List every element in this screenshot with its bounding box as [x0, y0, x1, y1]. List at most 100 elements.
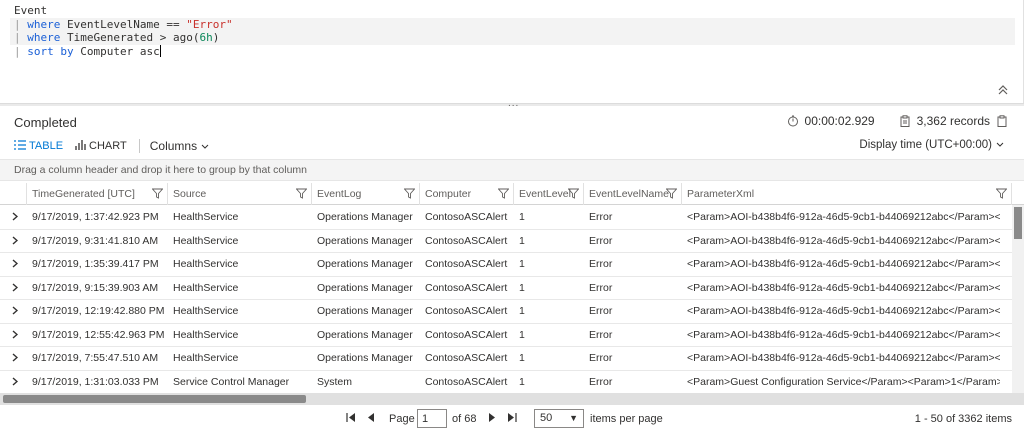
cell-eventlevel: 1 [519, 234, 525, 247]
copy-icon[interactable] [996, 115, 1008, 127]
code-token: TimeGenerated > ago( [60, 31, 200, 44]
column-header-computer[interactable]: Computer [420, 183, 514, 205]
table-row[interactable]: 9/17/2019, 1:37:42.923 PM HealthService Op… [0, 206, 1012, 230]
column-header-label: EventLog [317, 188, 362, 200]
tab-chart[interactable]: CHART [75, 139, 127, 153]
column-header-eventlog[interactable]: EventLog [312, 183, 420, 205]
vertical-scrollbar[interactable] [1012, 205, 1024, 393]
chevron-right-icon[interactable] [12, 324, 19, 348]
filter-icon[interactable] [498, 188, 509, 199]
table-row[interactable]: 9/17/2019, 7:55:47.510 AM HealthService Op… [0, 347, 1012, 371]
column-header-eventlevel[interactable]: EventLevel [514, 183, 584, 205]
cell-eventlevel: 1 [519, 305, 525, 317]
scrollbar-thumb[interactable] [1014, 207, 1022, 239]
chevron-right-icon[interactable] [12, 347, 19, 371]
filter-icon[interactable] [152, 188, 163, 199]
table-row[interactable]: 9/17/2019, 12:55:42.963 PM HealthService O… [0, 324, 1012, 348]
double-chevron-up-icon[interactable] [998, 84, 1008, 98]
results-toolbar: TABLE CHART Columns [14, 138, 209, 154]
table-row[interactable]: 9/17/2019, 9:15:39.903 AM HealthService Op… [0, 277, 1012, 301]
table-row[interactable]: 9/17/2019, 1:35:39.417 PM HealthService Op… [0, 253, 1012, 277]
previous-page-icon[interactable] [367, 413, 375, 425]
cell-eventlog: Operations Manager [317, 328, 413, 341]
cell-parameterxml: <Param>Guest Configuration Service</Para… [687, 375, 1000, 388]
page-number-input[interactable] [417, 409, 447, 428]
column-header-eventlevelname[interactable]: EventLevelName [584, 183, 682, 205]
column-header-parameterxml[interactable]: ParameterXml [682, 183, 1012, 205]
cell-timegenerated: 9/17/2019, 1:37:42.923 PM [32, 211, 159, 223]
stopwatch-icon [787, 115, 799, 127]
record-count: 3,362 records [916, 114, 990, 128]
cell-source: HealthService [173, 258, 239, 270]
cell-eventlevelname: Error [589, 352, 613, 364]
chevron-down-icon [996, 139, 1004, 151]
filter-icon[interactable] [666, 188, 677, 199]
display-time-dropdown[interactable]: Display time (UTC+00:00) [859, 139, 1004, 151]
query-editor[interactable]: Event | where EventLevelName == "Error" … [0, 0, 1024, 103]
splitter-handle[interactable]: ... [508, 98, 519, 109]
cell-eventlog: System [317, 375, 353, 388]
cell-eventlevel: 1 [519, 352, 525, 364]
table-row[interactable]: 9/17/2019, 1:31:03.033 PM Service Control… [0, 371, 1012, 394]
horizontal-scrollbar[interactable] [0, 393, 1024, 405]
table-icon [14, 139, 26, 153]
last-page-icon[interactable] [507, 413, 517, 425]
display-time-label: Display time (UTC+00:00) [859, 139, 992, 151]
filter-icon[interactable] [296, 188, 307, 199]
items-per-page-label: items per page [590, 413, 663, 425]
cell-source: HealthService [173, 352, 239, 364]
cell-timegenerated: 9/17/2019, 1:35:39.417 PM [32, 258, 159, 270]
filter-icon[interactable] [568, 188, 579, 199]
chevron-right-icon[interactable] [12, 277, 19, 301]
query-stats: 00:00:02.929 3,362 records [787, 114, 1008, 128]
chevron-right-icon[interactable] [12, 230, 19, 254]
page-size-value: 50 [540, 412, 553, 424]
code-token: EventLevelName == [60, 17, 187, 31]
filter-icon[interactable] [404, 188, 415, 199]
table-row[interactable]: 9/17/2019, 12:19:42.880 PM HealthService O… [0, 300, 1012, 324]
chevron-right-icon[interactable] [12, 253, 19, 277]
next-page-icon[interactable] [488, 413, 496, 425]
first-page-icon[interactable] [346, 413, 356, 425]
tab-table-label: TABLE [29, 140, 64, 152]
scrollbar-thumb[interactable] [3, 395, 306, 403]
query-text[interactable]: Event | where EventLevelName == "Error" … [10, 4, 1015, 58]
pager: Page of 68 50 ▼ items per page 1 - 50 of… [0, 406, 1024, 430]
page-total: of 68 [452, 413, 477, 425]
chevron-right-icon[interactable] [12, 371, 19, 394]
string-token: "Error" [186, 17, 233, 31]
column-header-label: EventLevelName [589, 188, 669, 200]
cell-eventlevelname: Error [589, 234, 613, 247]
column-header-label: Source [173, 188, 207, 200]
columns-button[interactable]: Columns [150, 139, 209, 153]
column-header-timegenerated[interactable]: TimeGenerated [UTC] [27, 183, 168, 205]
query-status: Completed [14, 115, 77, 130]
page-label: Page [389, 413, 415, 425]
filter-icon[interactable] [996, 188, 1007, 199]
cell-computer: ContosoASCAlert [425, 352, 508, 364]
cell-computer: ContosoASCAlert [425, 305, 508, 317]
cell-timegenerated: 9/17/2019, 7:55:47.510 AM [32, 352, 159, 364]
tab-table[interactable]: TABLE [14, 139, 64, 153]
code-line: | where EventLevelName == "Error" [10, 17, 1015, 31]
chevron-right-icon[interactable] [12, 206, 19, 230]
results-table: TimeGenerated [UTC] Source EventLog Comp… [0, 183, 1024, 393]
cell-eventlevelname: Error [589, 281, 613, 294]
column-header-label: TimeGenerated [UTC] [32, 188, 135, 200]
cell-timegenerated: 9/17/2019, 9:31:41.810 AM [32, 234, 159, 247]
table-header: TimeGenerated [UTC] Source EventLog Comp… [0, 183, 1024, 205]
caret-down-icon: ▼ [569, 413, 578, 423]
keyword-token: where [27, 17, 61, 31]
cell-parameterxml: <Param>AOI-b438b4f6-912a-46d5-9cb1-b4406… [687, 328, 1000, 341]
chevron-down-icon [201, 139, 209, 153]
cell-timegenerated: 9/17/2019, 12:19:42.880 PM [32, 305, 165, 317]
group-by-drop-zone[interactable]: Drag a column header and drop it here to… [0, 159, 1024, 181]
cell-computer: ContosoASCAlert [425, 281, 508, 294]
pipe-token: | [14, 17, 28, 31]
column-header-source[interactable]: Source [168, 183, 312, 205]
cell-eventlog: Operations Manager [317, 258, 413, 270]
table-row[interactable]: 9/17/2019, 9:31:41.810 AM HealthService Op… [0, 230, 1012, 254]
page-size-select[interactable]: 50 ▼ [534, 409, 584, 428]
chevron-right-icon[interactable] [12, 300, 19, 324]
cell-eventlevel: 1 [519, 375, 525, 388]
